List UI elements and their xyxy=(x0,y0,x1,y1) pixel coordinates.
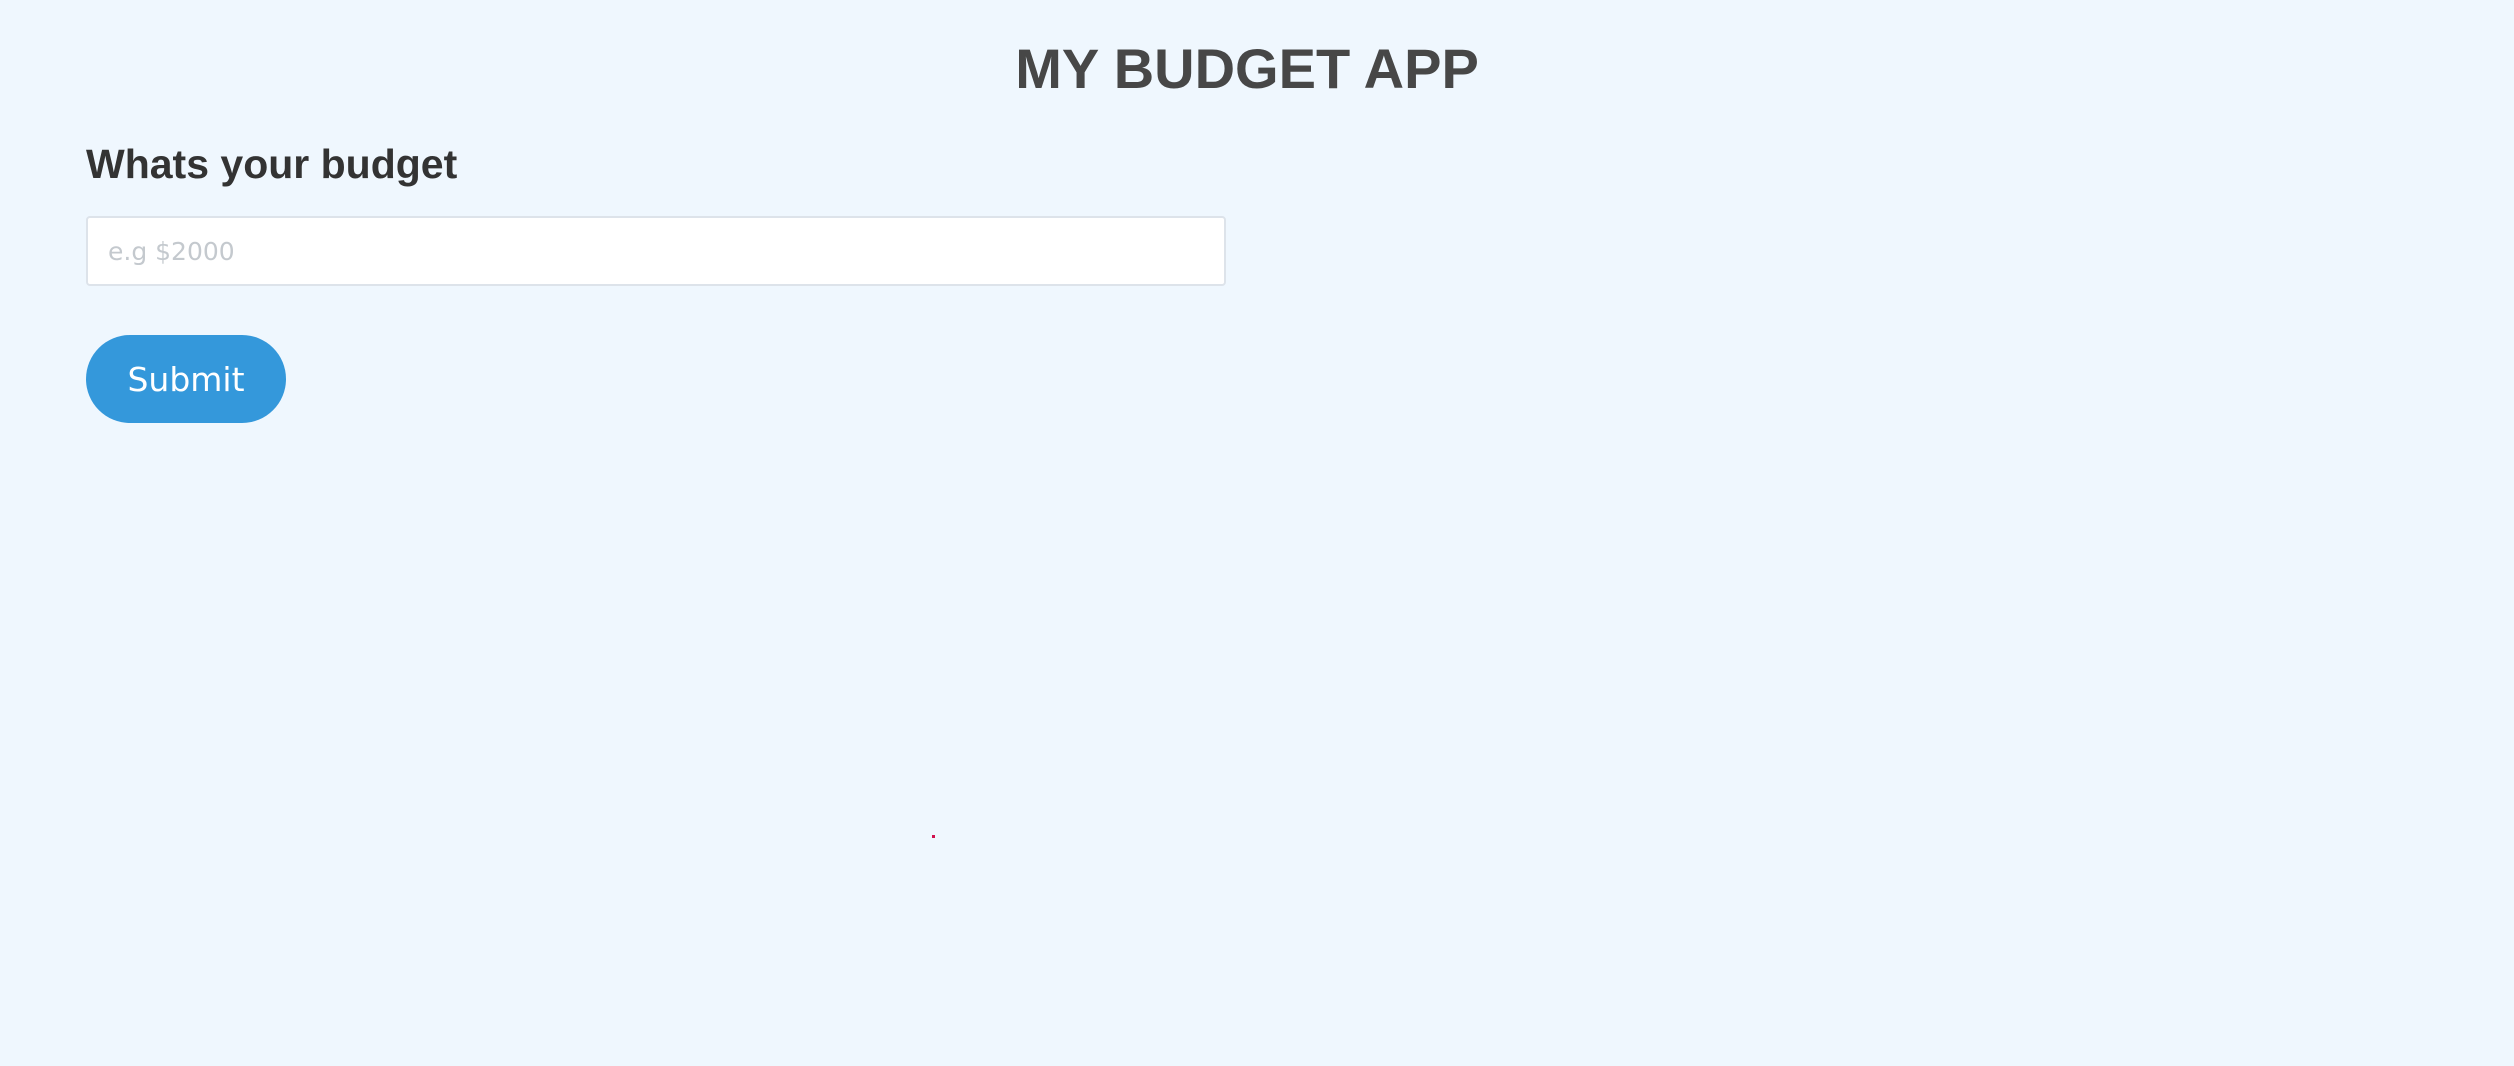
budget-form: Whats your budget Submit xyxy=(86,140,1226,423)
app-title: MY BUDGET APP xyxy=(1015,37,1479,100)
submit-button[interactable]: Submit xyxy=(86,335,286,423)
stray-dot xyxy=(932,835,935,838)
budget-heading: Whats your budget xyxy=(86,141,458,187)
budget-input[interactable] xyxy=(86,216,1226,286)
